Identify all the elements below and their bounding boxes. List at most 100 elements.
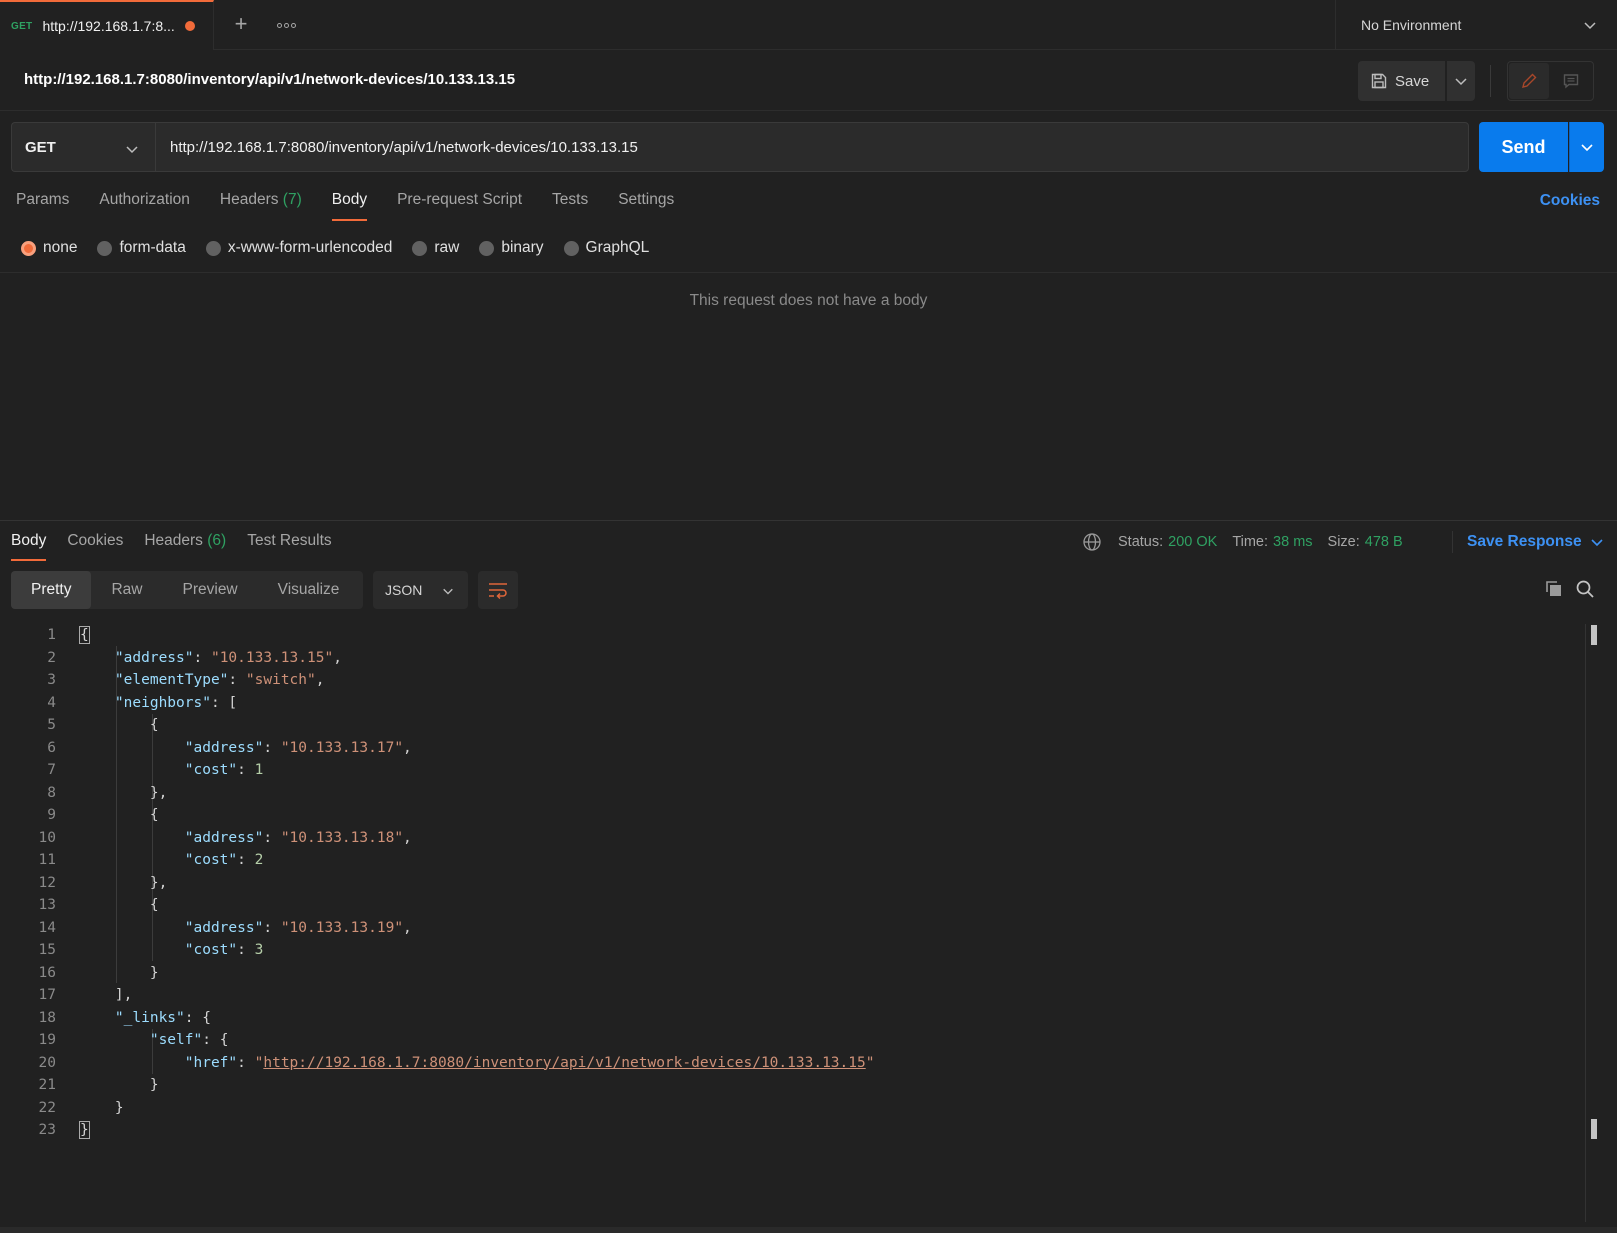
tab-body[interactable]: Body <box>331 189 368 221</box>
search-icon <box>1576 580 1594 598</box>
request-tab[interactable]: GET http://192.168.1.7:8... <box>0 0 214 50</box>
request-tabs: Params Authorization Headers (7) Body Pr… <box>16 189 704 221</box>
radio-none[interactable]: none <box>21 239 77 257</box>
no-body-message: This request does not have a body <box>689 292 928 309</box>
code-line: 1{ <box>47 626 90 644</box>
format-selector[interactable]: JSON <box>373 571 468 609</box>
time-value[interactable]: 38 ms <box>1273 534 1313 550</box>
send-button[interactable]: Send <box>1479 122 1568 172</box>
divider <box>0 272 1617 273</box>
tab-label: Params <box>16 191 70 208</box>
scroll-marker-top[interactable] <box>1591 625 1597 645</box>
environment-selector[interactable]: No Environment <box>1335 0 1617 50</box>
tab-authorization[interactable]: Authorization <box>99 189 189 221</box>
bottom-edge <box>0 1227 1617 1233</box>
tab-headers[interactable]: Headers (7) <box>220 189 302 221</box>
view-visualize[interactable]: Visualize <box>258 571 360 609</box>
response-tab-headers[interactable]: Headers (6) <box>144 531 226 561</box>
save-response-button[interactable]: Save Response <box>1452 531 1604 553</box>
response-pane-divider[interactable] <box>0 520 1617 521</box>
cookies-link[interactable]: Cookies <box>1540 192 1600 210</box>
view-raw[interactable]: Raw <box>91 571 162 609</box>
code-line: 9 { <box>47 807 159 823</box>
code-line: 3 "elementType": "switch", <box>47 672 325 688</box>
environment-label: No Environment <box>1361 17 1462 33</box>
code-line: 2 "address": "10.133.13.15", <box>47 649 342 666</box>
radio-label: x-www-form-urlencoded <box>227 239 393 256</box>
tab-pre-request-script[interactable]: Pre-request Script <box>397 189 522 221</box>
request-title[interactable]: http://192.168.1.7:8080/inventory/api/v1… <box>24 71 515 88</box>
json-self-href-link[interactable]: http://192.168.1.7:8080/inventory/api/v1… <box>263 1055 865 1071</box>
code-line: 15 "cost": 3 <box>38 942 264 958</box>
tab-label: Cookies <box>67 532 124 549</box>
view-pretty[interactable]: Pretty <box>11 571 92 609</box>
pencil-icon <box>1522 73 1537 88</box>
size-value[interactable]: 478 B <box>1365 534 1403 550</box>
wrap-lines-button[interactable] <box>478 571 518 609</box>
format-label: JSON <box>385 582 423 598</box>
json-neighbor-address: 10.133.13.18 <box>289 829 395 846</box>
code-line: 11 "cost": 2 <box>38 852 264 868</box>
more-tabs-ellipsis-icon[interactable] <box>272 12 300 38</box>
tab-label: Body <box>11 532 47 549</box>
tab-label: Pre-request Script <box>397 191 523 208</box>
save-button[interactable]: Save <box>1358 61 1445 101</box>
request-header: http://192.168.1.7:8080/inventory/api/v1… <box>0 51 1617 111</box>
radio-raw[interactable]: raw <box>412 239 459 257</box>
wrap-lines-icon <box>489 583 507 599</box>
radio-icon <box>97 240 113 256</box>
save-options-button[interactable] <box>1447 61 1475 101</box>
radio-binary[interactable]: binary <box>479 239 544 257</box>
view-preview[interactable]: Preview <box>163 571 258 609</box>
search-button[interactable] <box>1572 576 1598 602</box>
tab-label: Headers <box>219 191 279 208</box>
url-input[interactable] <box>155 122 1469 172</box>
json-neighbor-cost: 2 <box>254 852 264 868</box>
method-selector[interactable]: GET <box>11 122 155 172</box>
tab-label: Tests <box>552 191 589 208</box>
code-line: 12 }, <box>38 874 168 891</box>
json-element-type: switch <box>254 672 308 688</box>
code-line: 4 "neighbors": [ <box>47 694 238 711</box>
edit-button[interactable] <box>1509 63 1549 99</box>
response-body-editor[interactable]: 1{ 2 "address": "10.133.13.15", 3 "eleme… <box>0 624 1585 1142</box>
tab-label: Test Results <box>247 532 332 549</box>
tab-bar: GET http://192.168.1.7:8... + No Environ… <box>0 0 1617 50</box>
radio-x-www-form-urlencoded[interactable]: x-www-form-urlencoded <box>205 239 393 257</box>
radio-form-data[interactable]: form-data <box>97 239 186 257</box>
chevron-down-icon <box>1584 22 1596 30</box>
code-line: 13 { <box>38 897 159 913</box>
response-tab-cookies[interactable]: Cookies <box>67 531 123 561</box>
code-line: 21 } <box>38 1077 159 1093</box>
response-tab-test-results[interactable]: Test Results <box>247 531 331 561</box>
comment-icon <box>1563 74 1579 89</box>
save-response-label: Save Response <box>1467 533 1582 550</box>
code-line: 16 } <box>38 964 159 981</box>
response-stats: Status: 200 OK Time: 38 ms Size: 478 B <box>1083 531 1418 553</box>
chevron-down-icon <box>1581 144 1593 152</box>
chevron-down-icon <box>443 588 453 595</box>
comments-button[interactable] <box>1551 63 1591 99</box>
code-line: 14 "address": "10.133.13.19", <box>38 919 412 936</box>
chevron-down-icon <box>1455 78 1467 86</box>
json-neighbor-address: 10.133.13.17 <box>289 739 395 756</box>
new-tab-plus-icon[interactable]: + <box>228 12 254 38</box>
code-line: 23} <box>38 1121 90 1139</box>
tab-tests[interactable]: Tests <box>552 189 588 221</box>
radio-graphql[interactable]: GraphQL <box>563 239 649 257</box>
copy-button[interactable] <box>1541 576 1567 602</box>
tab-params[interactable]: Params <box>16 189 69 221</box>
radio-label: form-data <box>119 239 186 256</box>
editor-scrollbar-track[interactable] <box>1585 624 1586 1222</box>
status-value[interactable]: 200 OK <box>1168 534 1217 550</box>
size-label: Size: <box>1327 534 1360 550</box>
response-tab-body[interactable]: Body <box>11 531 47 561</box>
json-address: 10.133.13.15 <box>219 649 325 666</box>
tab-method: GET <box>11 20 33 32</box>
send-options-button[interactable] <box>1569 122 1604 172</box>
scroll-marker-bottom[interactable] <box>1591 1119 1597 1139</box>
radio-label: none <box>43 239 78 256</box>
tab-settings[interactable]: Settings <box>618 189 674 221</box>
globe-icon[interactable] <box>1082 532 1102 552</box>
save-label: Save <box>1395 72 1430 90</box>
